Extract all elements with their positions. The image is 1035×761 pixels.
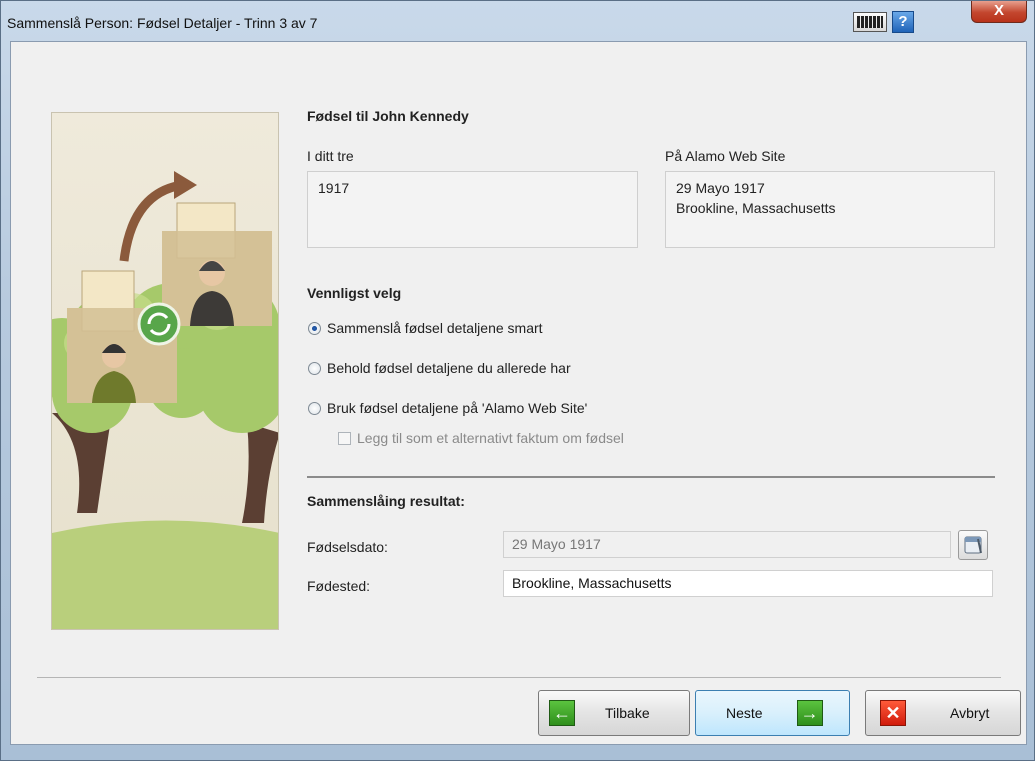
radio-button[interactable] (308, 321, 321, 335)
title-bar: Sammenslå Person: Fødsel Detaljer - Trin… (1, 1, 1034, 41)
footer-divider (37, 677, 1001, 678)
help-icon[interactable]: ? (892, 11, 914, 33)
calendar-button[interactable] (958, 530, 988, 560)
website-value-line: 29 Mayo 1917 (676, 180, 765, 196)
keyboard-icon[interactable] (853, 12, 887, 32)
radio-button[interactable] (308, 361, 321, 375)
checkbox[interactable] (338, 431, 351, 445)
alt-fact-checkbox[interactable]: Legg til som et alternativt faktum om fø… (338, 430, 624, 446)
birth-place-label: Fødested: (307, 578, 371, 594)
website-value-line: Brookline, Massachusetts (676, 200, 836, 216)
window-title: Sammenslå Person: Fødsel Detaljer - Trin… (7, 15, 318, 31)
website-value-box: 29 Mayo 1917 Brookline, Massachusetts (665, 171, 995, 248)
back-label: Tilbake (605, 705, 650, 721)
tree-value-line: 1917 (318, 180, 350, 196)
website-label: På Alamo Web Site (665, 148, 786, 164)
radio-label: Sammenslå fødsel detaljene smart (327, 320, 543, 336)
cancel-x-icon: ✕ (880, 700, 906, 726)
result-heading: Sammenslåing resultat: (307, 493, 465, 509)
birth-place-field[interactable]: Brookline, Massachusetts (503, 570, 993, 597)
back-button[interactable]: ← Tilbake (538, 690, 690, 736)
dialog-content: Fødsel til John Kennedy I ditt tre 1917 … (10, 41, 1027, 745)
tree-label: I ditt tre (307, 148, 354, 164)
radio-use-website[interactable]: Bruk fødsel detaljene på 'Alamo Web Site… (308, 400, 587, 416)
arrow-right-icon: → (796, 700, 823, 726)
page-title: Fødsel til John Kennedy (307, 108, 469, 124)
arrow-left-icon: ← (549, 700, 575, 726)
calendar-icon (964, 536, 982, 554)
radio-keep-existing[interactable]: Behold fødsel detaljene du allerede har (308, 360, 571, 376)
birth-date-label: Fødselsdato: (307, 539, 388, 555)
close-icon[interactable]: X (971, 1, 1027, 23)
section-divider (307, 476, 995, 478)
radio-label: Bruk fødsel detaljene på 'Alamo Web Site… (327, 400, 588, 416)
choice-heading: Vennligst velg (307, 285, 402, 301)
tree-value-box: 1917 (307, 171, 638, 248)
radio-button[interactable] (308, 401, 321, 415)
merge-illustration (51, 112, 279, 630)
illustration-image (52, 113, 278, 629)
next-label: Neste (726, 705, 763, 721)
next-button[interactable]: Neste → (695, 690, 850, 736)
radio-label: Behold fødsel detaljene du allerede har (327, 360, 571, 376)
cancel-label: Avbryt (950, 705, 990, 721)
cancel-button[interactable]: ✕ Avbryt (865, 690, 1021, 736)
sync-icon (137, 302, 181, 346)
birth-date-field[interactable]: 29 Mayo 1917 (503, 531, 951, 558)
radio-merge-smart[interactable]: Sammenslå fødsel detaljene smart (308, 320, 543, 336)
checkbox-label: Legg til som et alternativt faktum om fø… (357, 430, 624, 446)
dialog-window: Sammenslå Person: Fødsel Detaljer - Trin… (0, 0, 1035, 761)
